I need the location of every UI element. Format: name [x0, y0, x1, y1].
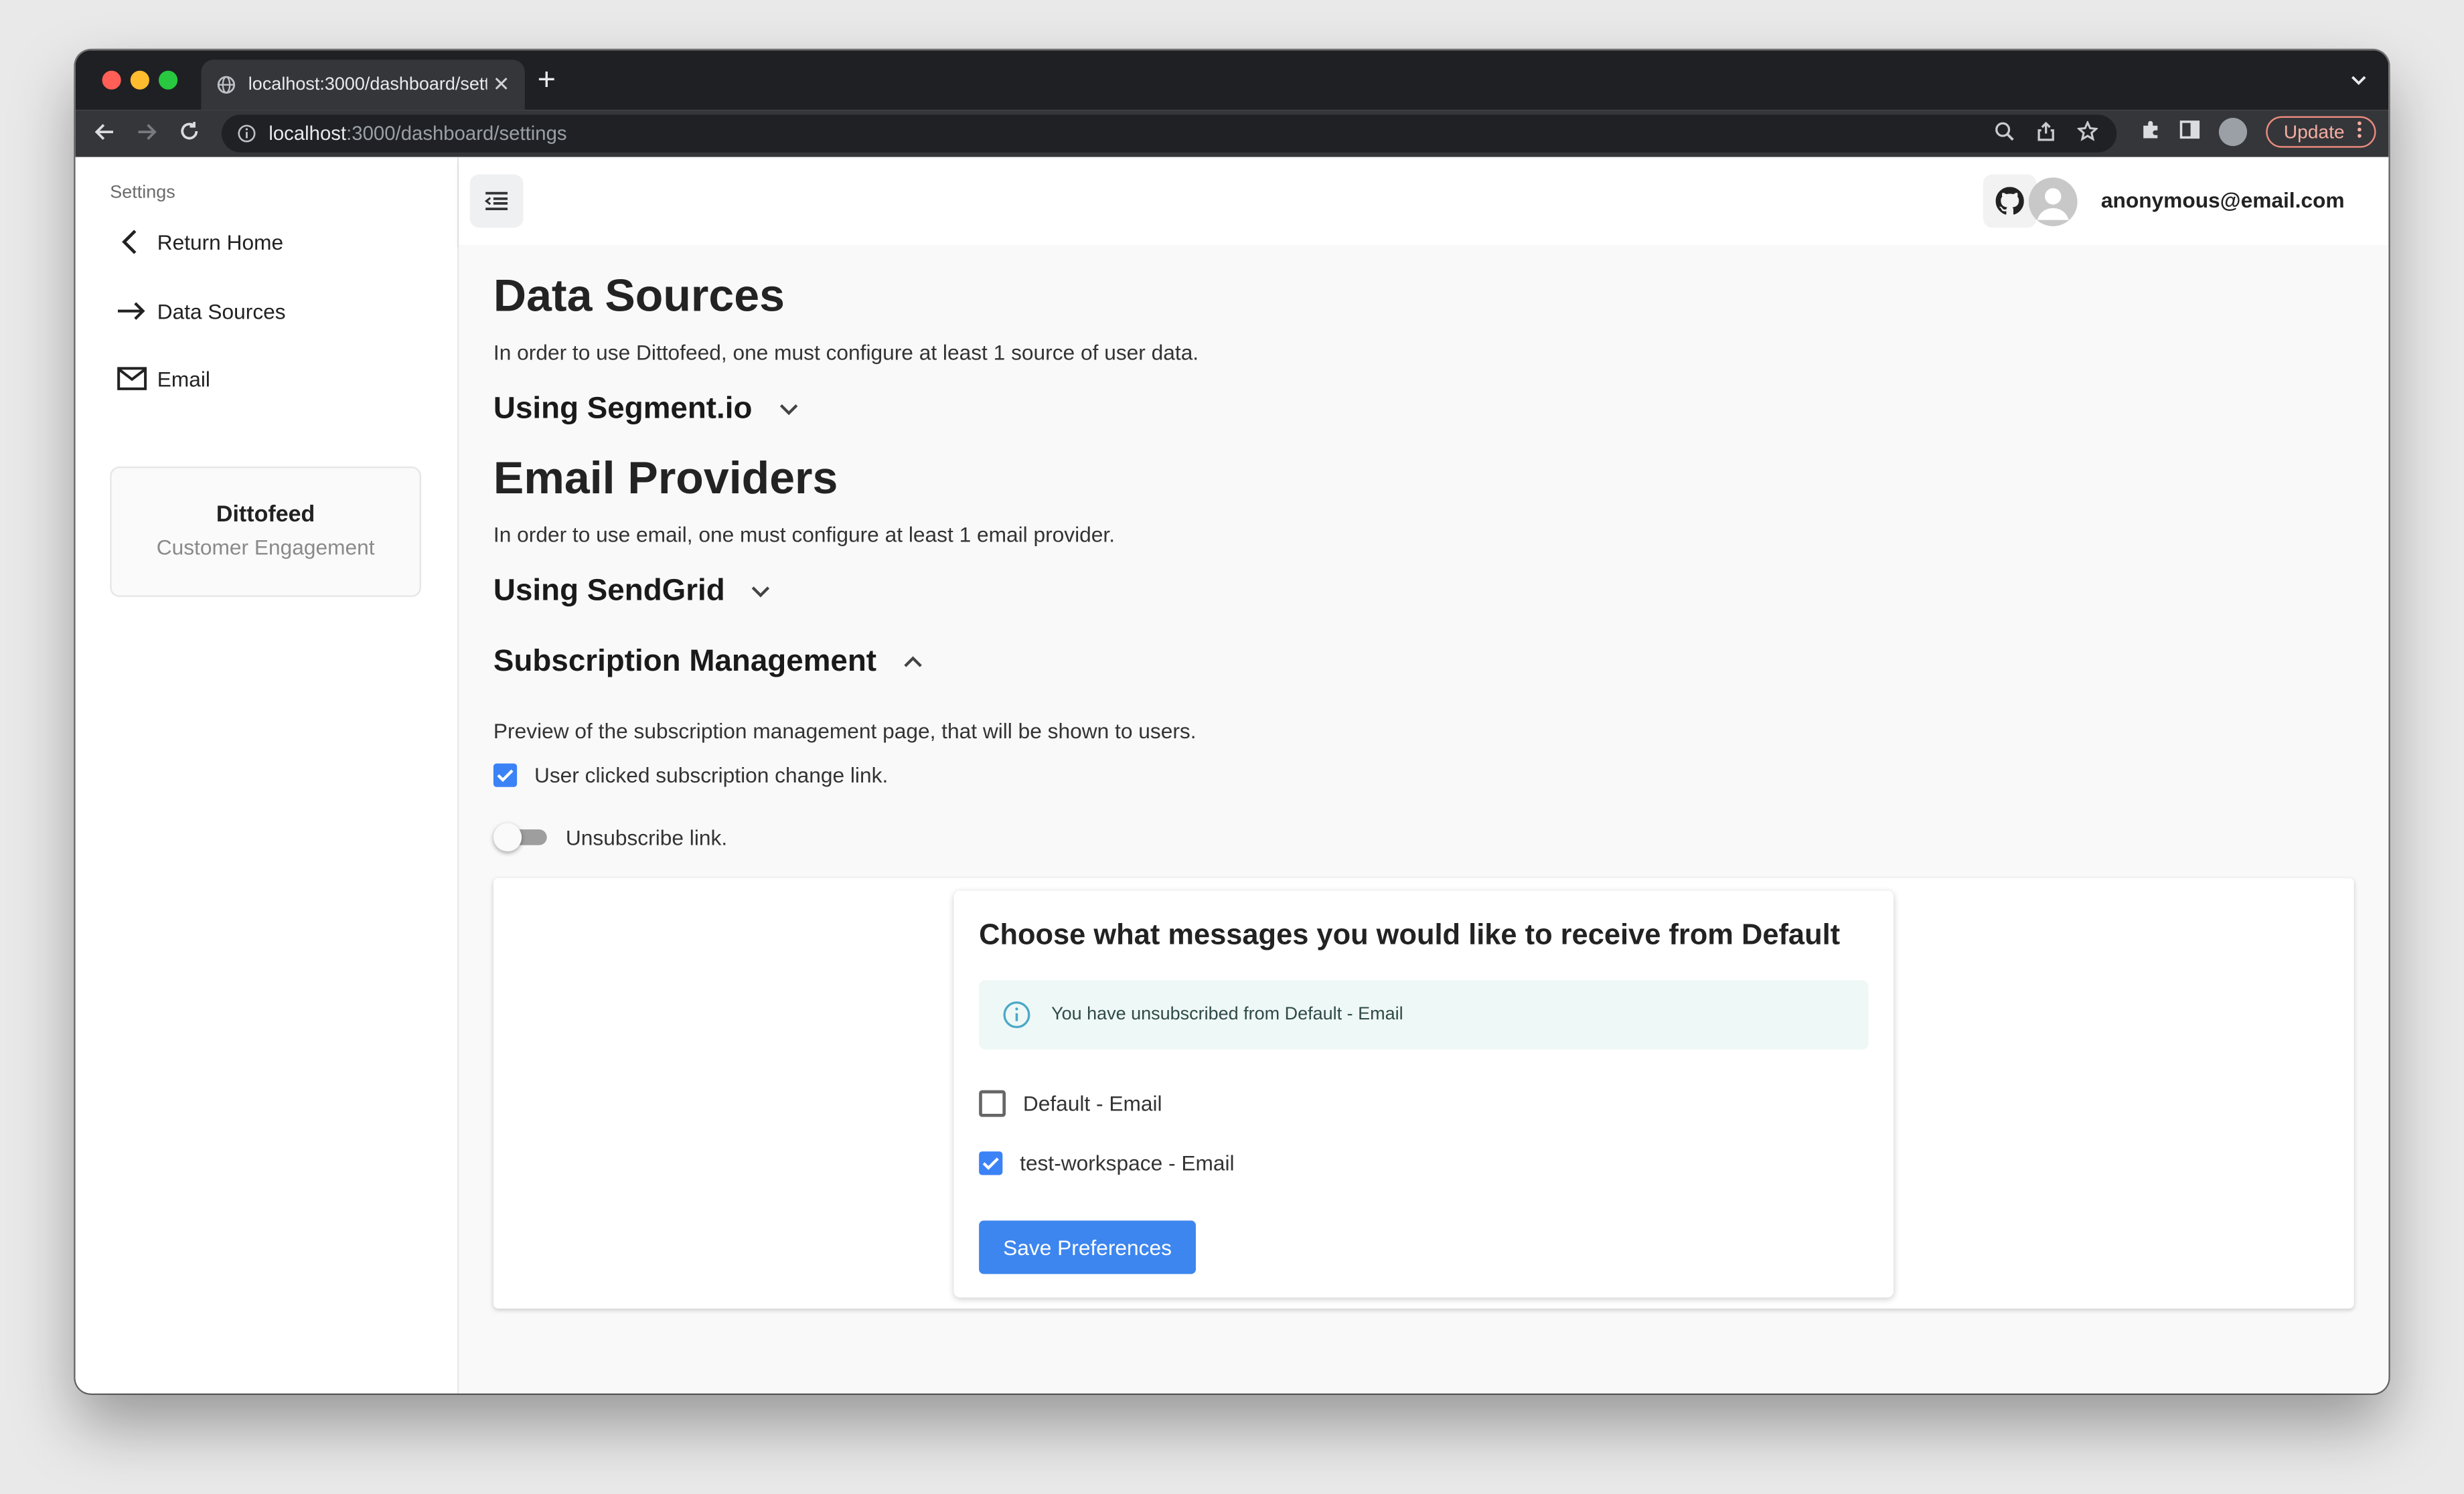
data-sources-description: In order to use Dittofeed, one must conf…	[493, 341, 1199, 364]
subscription-preview-frame: Choose what messages you would like to r…	[493, 878, 2354, 1309]
menu-open-icon	[484, 190, 510, 212]
sidebar: Settings Return Home Data Sources Email …	[76, 157, 459, 1394]
forward-icon[interactable]	[126, 120, 168, 147]
side-panel-icon[interactable]	[2180, 119, 2201, 145]
brand-name: Dittofeed	[112, 503, 420, 528]
option-default-email[interactable]: Default - Email	[979, 1090, 1162, 1117]
unsubscribe-switch-row[interactable]: Unsubscribe link.	[493, 823, 727, 851]
user-avatar[interactable]	[2029, 177, 2078, 226]
reload-icon[interactable]	[168, 120, 210, 147]
clicked-link-checkbox[interactable]	[493, 764, 517, 787]
subscription-accordion-label: Subscription Management	[493, 644, 876, 680]
close-window-button[interactable]	[102, 71, 121, 90]
save-preferences-button[interactable]: Save Preferences	[979, 1221, 1196, 1274]
subscription-accordion[interactable]: Subscription Management	[493, 644, 924, 680]
sidebar-heading: Settings	[110, 184, 175, 203]
subscription-card: Choose what messages you would like to r…	[954, 891, 1894, 1298]
unsubscribe-label: Unsubscribe link.	[566, 825, 727, 849]
menu-toggle-button[interactable]	[470, 175, 524, 228]
bookmark-star-icon[interactable]	[2078, 121, 2098, 147]
browser-toolbar: localhost:3000/dashboard/settings	[76, 110, 2389, 157]
email-providers-description: In order to use email, one must configur…	[493, 523, 1115, 547]
app: Settings Return Home Data Sources Email …	[76, 157, 2389, 1394]
top-header: anonymous@email.com	[459, 157, 2388, 245]
maximize-window-button[interactable]	[159, 71, 177, 90]
chevron-left-icon	[117, 226, 148, 258]
chevron-up-icon	[902, 655, 924, 669]
sendgrid-accordion-label: Using SendGrid	[493, 574, 725, 610]
option-checkbox[interactable]	[979, 1090, 1006, 1117]
checkmark-icon	[497, 768, 514, 782]
back-icon[interactable]	[83, 120, 125, 147]
sidebar-item-label: Data Sources	[157, 299, 286, 323]
tab-search-chevron-icon[interactable]	[2351, 69, 2366, 91]
globe-icon	[217, 76, 236, 94]
arrow-right-icon	[117, 295, 148, 327]
url-path: :3000/dashboard/settings	[346, 122, 566, 145]
share-icon[interactable]	[2037, 121, 2056, 147]
url-host: localhost	[268, 122, 346, 145]
subscription-card-title: Choose what messages you would like to r…	[979, 918, 1840, 952]
github-icon	[1996, 187, 2024, 215]
unsubscribe-toggle[interactable]	[493, 823, 550, 851]
segment-accordion[interactable]: Using Segment.io	[493, 391, 799, 427]
email-providers-title: Email Providers	[493, 454, 838, 505]
segment-accordion-label: Using Segment.io	[493, 391, 753, 427]
sendgrid-accordion[interactable]: Using SendGrid	[493, 574, 772, 610]
zoom-icon[interactable]	[1994, 121, 2015, 147]
alert-text: You have unsubscribed from Default - Ema…	[1051, 1005, 1403, 1024]
clicked-link-label: User clicked subscription change link.	[534, 764, 888, 787]
sidebar-item-label: Return Home	[157, 230, 283, 254]
subscription-description: Preview of the subscription management p…	[493, 720, 1197, 743]
person-icon	[2029, 177, 2078, 226]
update-button[interactable]: Update	[2266, 116, 2376, 148]
sidebar-item-data-sources[interactable]: Data Sources	[117, 295, 286, 327]
data-sources-title: Data Sources	[493, 272, 785, 323]
browser-tab[interactable]: localhost:3000/dashboard/setti ✕	[201, 60, 524, 110]
sidebar-item-email[interactable]: Email	[117, 363, 210, 394]
more-menu-icon	[2357, 121, 2362, 143]
profile-avatar[interactable]	[2220, 118, 2248, 146]
checkmark-icon	[982, 1156, 1000, 1170]
mail-icon	[117, 363, 148, 394]
address-bar[interactable]: localhost:3000/dashboard/settings	[222, 114, 2116, 152]
update-label: Update	[2284, 121, 2345, 143]
unsubscribed-alert: You have unsubscribed from Default - Ema…	[979, 980, 1868, 1049]
brand-tagline: Customer Engagement	[112, 535, 420, 559]
tab-strip: localhost:3000/dashboard/setti ✕ +	[76, 50, 2389, 110]
site-info-icon[interactable]	[237, 124, 256, 143]
extensions-icon[interactable]	[2141, 119, 2161, 145]
minimize-window-button[interactable]	[131, 71, 149, 90]
toggle-thumb	[493, 823, 522, 851]
browser-window: localhost:3000/dashboard/setti ✕ +	[76, 50, 2389, 1394]
option-label: test-workspace - Email	[1020, 1151, 1234, 1175]
new-tab-button[interactable]: +	[538, 64, 556, 96]
tab-close-icon[interactable]: ✕	[487, 72, 516, 98]
option-checkbox[interactable]	[979, 1151, 1002, 1175]
sidebar-item-label: Email	[157, 367, 210, 390]
chevron-down-icon	[777, 402, 799, 416]
settings-main: Data Sources In order to use Dittofeed, …	[459, 245, 2388, 1394]
option-label: Default - Email	[1023, 1092, 1162, 1115]
option-test-workspace-email[interactable]: test-workspace - Email	[979, 1151, 1234, 1175]
sidebar-item-return-home[interactable]: Return Home	[117, 226, 283, 258]
user-email[interactable]: anonymous@email.com	[2101, 189, 2345, 212]
brand-card: Dittofeed Customer Engagement	[110, 467, 421, 597]
info-icon	[1002, 1001, 1030, 1029]
chevron-down-icon	[750, 584, 772, 598]
clicked-link-checkbox-row[interactable]: User clicked subscription change link.	[493, 764, 888, 787]
tab-title: localhost:3000/dashboard/setti	[248, 76, 487, 94]
